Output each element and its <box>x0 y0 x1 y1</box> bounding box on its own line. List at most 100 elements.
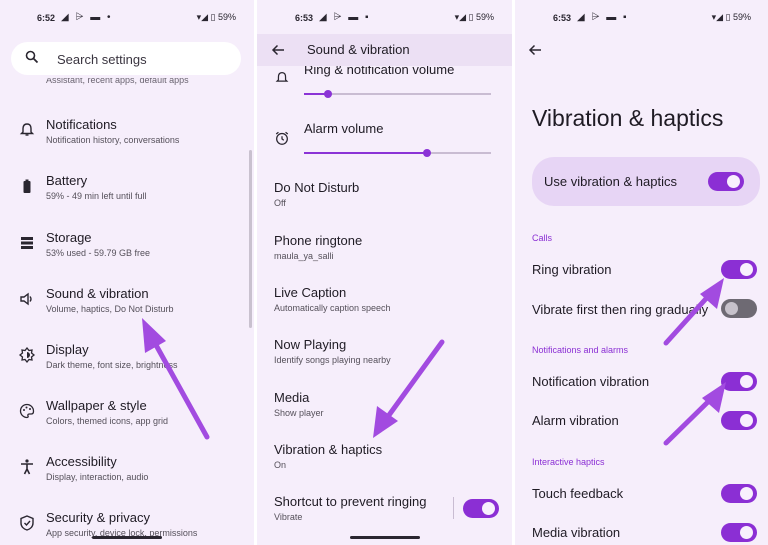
row-label: Ring vibration <box>532 262 612 277</box>
status-time: 6:52 <box>37 13 56 23</box>
bell-icon <box>19 123 35 136</box>
settings-item-battery[interactable]: Battery 59% - 49 min left until full <box>0 173 248 229</box>
toggle-thumb <box>740 263 753 276</box>
brightness-icon <box>18 346 36 364</box>
settings-item-wallpaper[interactable]: Wallpaper & style Colors, themed icons, … <box>0 398 248 454</box>
storage-icon <box>21 237 33 249</box>
speaker-icon <box>20 292 32 306</box>
toggle-thumb <box>740 375 753 388</box>
item-title: Wallpaper & style <box>46 398 147 413</box>
page-title: Vibration & haptics <box>532 105 724 131</box>
scrollbar[interactable] <box>249 150 252 328</box>
divider <box>453 497 454 519</box>
ring-volume-slider[interactable] <box>304 90 491 98</box>
item-title: Security & privacy <box>46 510 151 525</box>
item-title: Live Caption <box>274 285 347 300</box>
alarm-volume-slider[interactable] <box>304 149 491 157</box>
back-arrow-icon[interactable] <box>271 44 285 56</box>
vibrate-first-toggle[interactable] <box>721 299 757 318</box>
section-header-calls: Calls <box>532 233 553 243</box>
item-subtitle: 59% - 49 min left until full <box>46 191 147 201</box>
app-bar: Sound & vibration <box>257 34 512 66</box>
status-time: 6:53 <box>295 13 314 23</box>
search-icon <box>25 50 39 64</box>
status-notification-icons: ◢ ⩥ ▬ ▪ <box>319 12 371 23</box>
settings-item-storage[interactable]: Storage 53% used - 59.79 GB free <box>0 230 248 286</box>
item-subtitle: Display, interaction, audio <box>46 472 149 482</box>
notification-vibration-toggle[interactable] <box>721 372 757 391</box>
item-title: Accessibility <box>46 454 117 469</box>
item-title: Shortcut to prevent ringing <box>274 494 427 509</box>
row-label: Notification vibration <box>532 374 650 389</box>
item-subtitle: 53% used - 59.79 GB free <box>46 248 151 258</box>
status-right-icons: ▾◢ ▯ 59% <box>711 12 751 22</box>
item-title: Battery <box>46 173 88 188</box>
item-subtitle: maula_ya_salli <box>274 251 334 261</box>
toggle-thumb <box>740 526 753 539</box>
toggle-thumb <box>740 487 753 500</box>
back-arrow-icon[interactable] <box>528 44 542 56</box>
item-subtitle: Vibrate <box>274 512 303 522</box>
item-title: Sound & vibration <box>46 286 149 301</box>
row-label: Vibrate first then ring gradually <box>532 302 709 317</box>
item-subtitle: Colors, themed icons, app grid <box>46 416 169 426</box>
row-label: Touch feedback <box>532 486 624 501</box>
row-label: Media vibration <box>532 525 621 540</box>
use-vibration-toggle[interactable] <box>708 172 744 191</box>
search-bar[interactable]: Search settings <box>11 42 241 75</box>
status-bar: 6:52 ◢ ⩥ ▬ • ▾◢ ▯ 59% <box>0 0 254 36</box>
status-right-icons: ▾◢ ▯ 59% <box>454 12 494 22</box>
use-vibration-haptics-row[interactable]: Use vibration & haptics <box>532 157 760 206</box>
battery-percent: 59% <box>732 12 751 22</box>
status-bar: 6:53 ◢ ⩥ ▬ ▪ ▾◢ ▯ 59% <box>257 0 512 36</box>
item-subtitle: Show player <box>274 408 324 418</box>
search-placeholder: Search settings <box>57 52 147 67</box>
item-subtitle: Volume, haptics, Do Not Disturb <box>46 304 174 314</box>
alarm-vibration-toggle[interactable] <box>721 411 757 430</box>
settings-item-notifications[interactable]: Notifications Notification history, conv… <box>0 117 248 173</box>
prevent-ringing-toggle[interactable] <box>463 499 499 518</box>
status-bar: 6:53 ◢ ⩥ ▬ ▪ ▾◢ ▯ 59% <box>515 0 768 36</box>
item-title: Display <box>46 342 89 357</box>
status-right-icons: ▾◢ ▯ 59% <box>196 12 236 22</box>
shield-icon <box>20 515 34 531</box>
status-notification-icons: ◢ ⩥ ▬ ▪ <box>577 12 629 23</box>
toggle-thumb <box>482 502 495 515</box>
ring-volume-knob[interactable] <box>324 90 332 98</box>
item-title: Phone ringtone <box>274 233 363 248</box>
settings-item-security[interactable]: Security & privacy App security, device … <box>0 510 248 545</box>
page-title: Sound & vibration <box>307 42 410 57</box>
ring-vibration-toggle[interactable] <box>721 260 757 279</box>
home-indicator[interactable] <box>350 536 420 539</box>
toggle-thumb <box>740 414 753 427</box>
settings-item-sound-vibration[interactable]: Sound & vibration Volume, haptics, Do No… <box>0 286 248 342</box>
alarm-volume-knob[interactable] <box>423 149 431 157</box>
item-subtitle: On <box>274 460 287 470</box>
settings-item-accessibility[interactable]: Accessibility Display, interaction, audi… <box>0 454 248 510</box>
touch-feedback-toggle[interactable] <box>721 484 757 503</box>
item-title: Do Not Disturb <box>274 180 360 195</box>
alarm-volume-fill <box>304 152 427 154</box>
item-title: Media <box>274 390 310 405</box>
vibration-haptics-screen: 6:53 ◢ ⩥ ▬ ▪ ▾◢ ▯ 59% Vibration & haptic… <box>515 0 768 545</box>
accessibility-icon <box>21 459 33 475</box>
settings-item-display[interactable]: Display Dark theme, font size, brightnes… <box>0 342 248 398</box>
status-notification-icons: ◢ ⩥ ▬ • <box>61 12 113 23</box>
media-vibration-toggle[interactable] <box>721 523 757 542</box>
main-toggle-label: Use vibration & haptics <box>544 174 677 189</box>
home-indicator[interactable] <box>92 536 162 539</box>
battery-icon <box>23 179 31 193</box>
item-subtitle: Dark theme, font size, brightness <box>46 360 178 370</box>
cutoff-subtitle: Assistant, recent apps, default apps <box>46 78 189 85</box>
battery-percent: 59% <box>475 12 494 22</box>
item-title: Notifications <box>46 117 117 132</box>
item-subtitle: Automatically caption speech <box>274 303 391 313</box>
bell-icon <box>275 72 289 82</box>
toggle-thumb <box>727 175 740 188</box>
item-subtitle: Notification history, conversations <box>46 135 180 145</box>
item-subtitle: Off <box>274 198 286 208</box>
item-title: Storage <box>46 230 92 245</box>
item-title: Vibration & haptics <box>274 442 383 457</box>
palette-icon <box>19 403 35 419</box>
row-label: Alarm vibration <box>532 413 619 428</box>
